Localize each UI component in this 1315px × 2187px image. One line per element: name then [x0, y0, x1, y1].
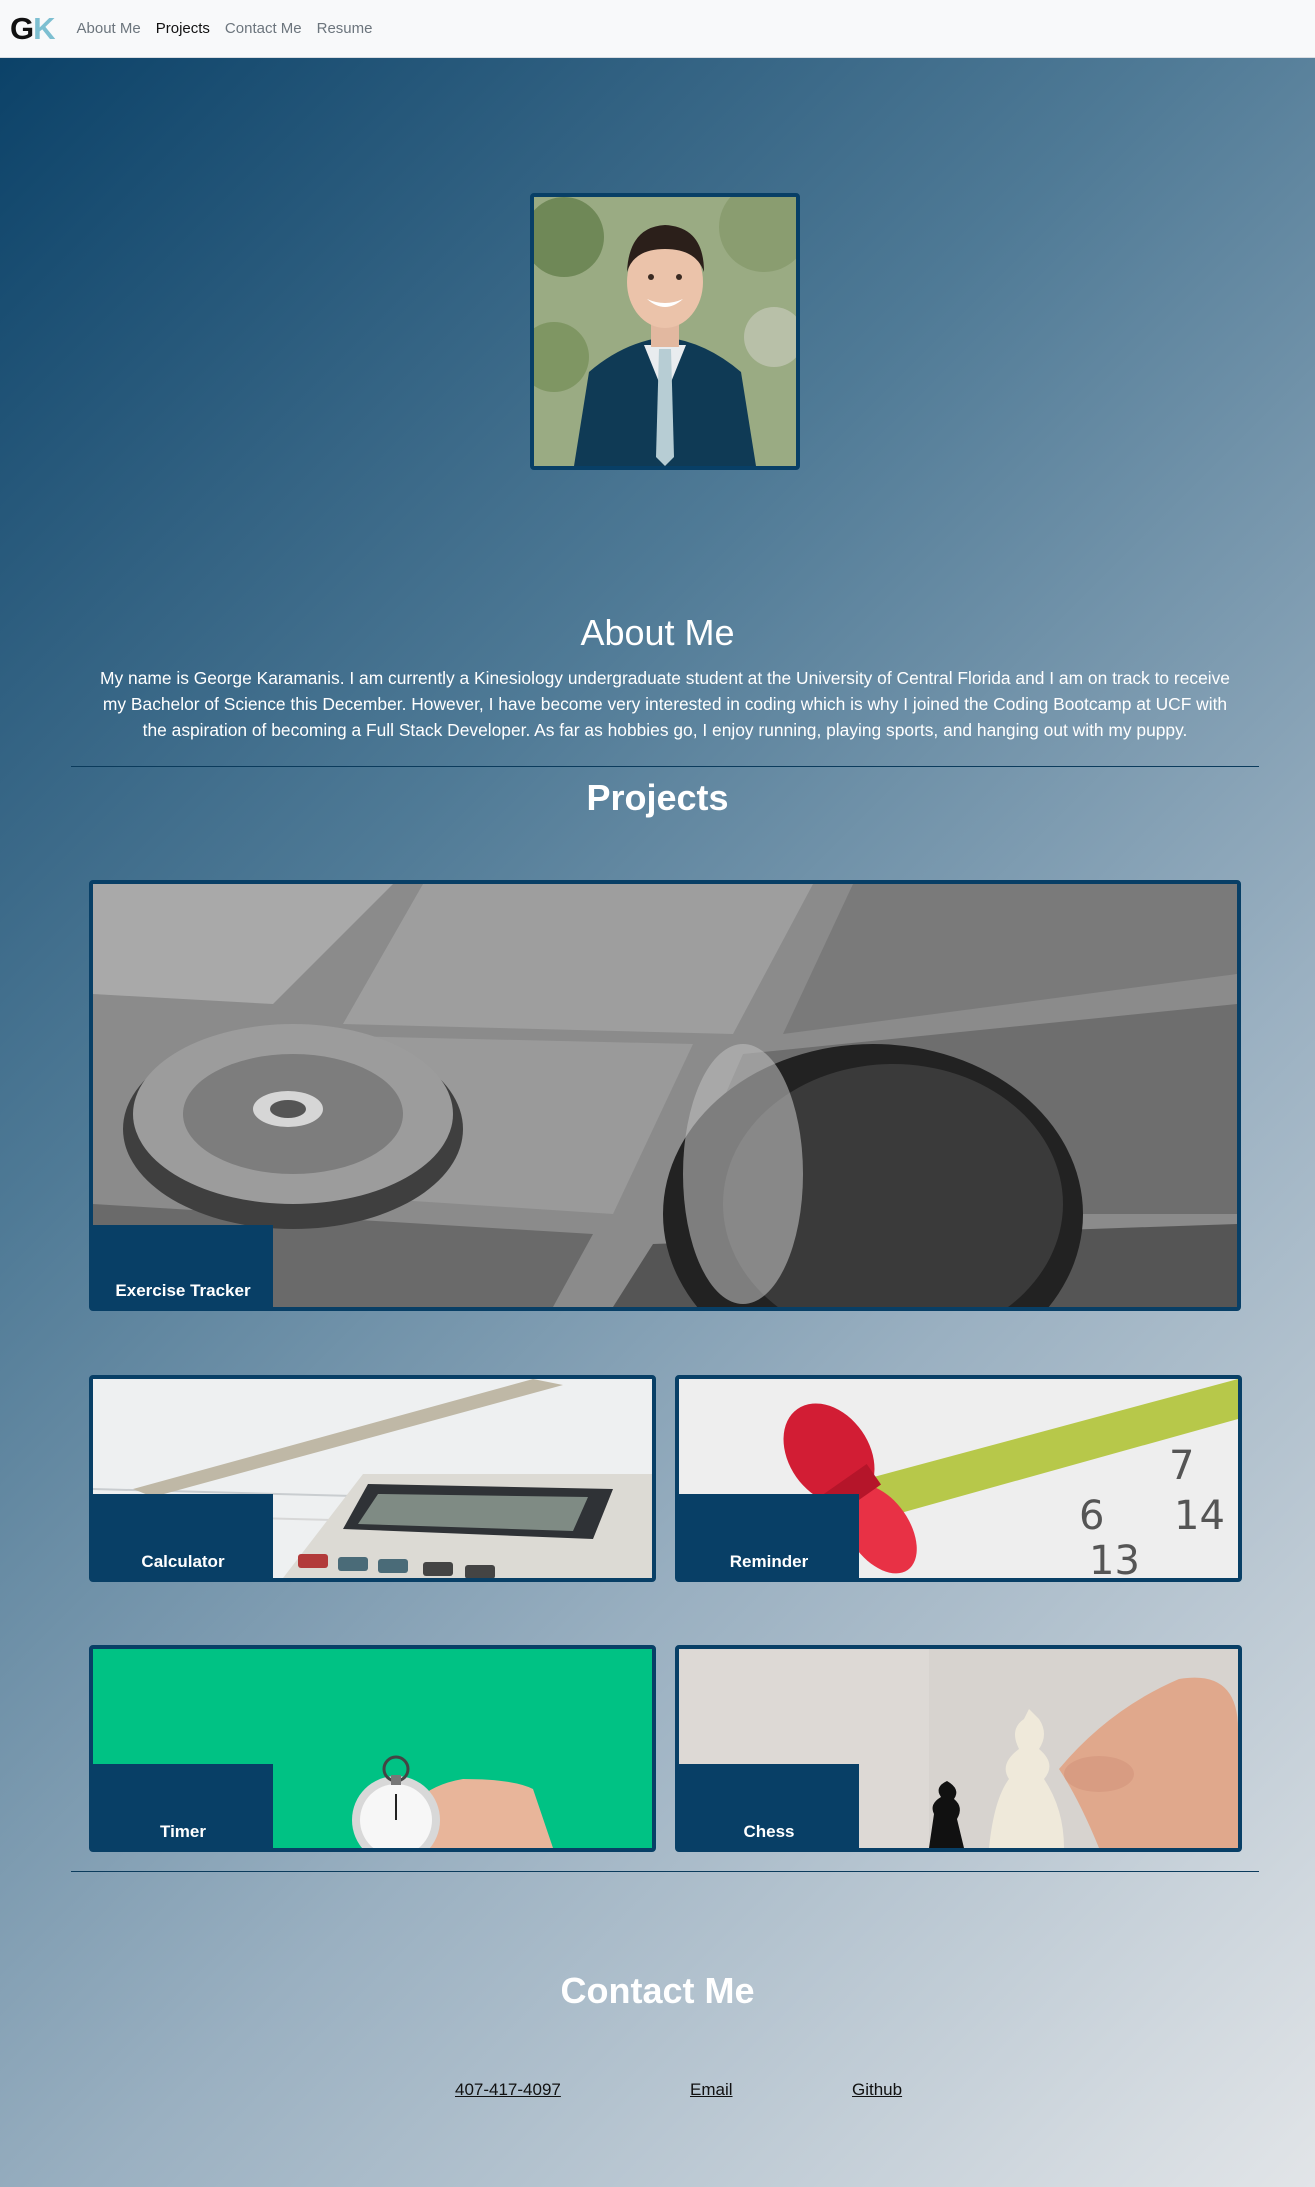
- svg-text:13: 13: [1089, 1538, 1140, 1578]
- project-label-reminder[interactable]: Reminder: [679, 1494, 859, 1578]
- project-label-chess[interactable]: Chess: [679, 1764, 859, 1848]
- project-card-chess[interactable]: Chess: [675, 1645, 1242, 1852]
- project-card-calculator[interactable]: Calculator: [89, 1375, 656, 1582]
- about-text: My name is George Karamanis. I am curren…: [100, 668, 1230, 740]
- project-card-timer[interactable]: Timer: [89, 1645, 656, 1852]
- nav-link-projects[interactable]: Projects: [156, 20, 210, 37]
- email-link[interactable]: Email: [690, 2080, 733, 2100]
- github-link[interactable]: Github: [852, 2080, 902, 2100]
- about-title: About Me: [580, 612, 735, 653]
- nav-link-contact[interactable]: Contact Me: [225, 20, 302, 37]
- logo-letter-k: K: [33, 10, 55, 46]
- profile-photo: [530, 193, 800, 470]
- svg-text:7: 7: [1169, 1443, 1194, 1489]
- section-divider: [71, 766, 1259, 767]
- project-card-reminder[interactable]: 7 6 14 13 Reminder: [675, 1375, 1242, 1582]
- nav-link-about[interactable]: About Me: [77, 20, 141, 37]
- contact-links: 407-417-4097 Email Github: [0, 2080, 1315, 2104]
- contact-title: Contact Me: [560, 1970, 755, 2011]
- projects-title: Projects: [586, 777, 729, 818]
- nav-links: About Me Projects Contact Me Resume: [77, 20, 388, 37]
- phone-link[interactable]: 407-417-4097: [455, 2080, 561, 2100]
- nav-link-resume[interactable]: Resume: [317, 20, 373, 37]
- project-label-calculator[interactable]: Calculator: [93, 1494, 273, 1578]
- brand-logo[interactable]: GK: [10, 10, 56, 47]
- project-label-timer[interactable]: Timer: [93, 1764, 273, 1848]
- navbar: GK About Me Projects Contact Me Resume: [0, 0, 1315, 58]
- svg-text:14: 14: [1174, 1493, 1225, 1539]
- section-divider: [71, 1871, 1259, 1872]
- project-label-exercise-tracker[interactable]: Exercise Tracker: [93, 1225, 273, 1307]
- svg-text:6: 6: [1079, 1493, 1104, 1539]
- logo-letter-g: G: [10, 10, 34, 46]
- project-card-exercise-tracker[interactable]: Exercise Tracker: [89, 880, 1241, 1311]
